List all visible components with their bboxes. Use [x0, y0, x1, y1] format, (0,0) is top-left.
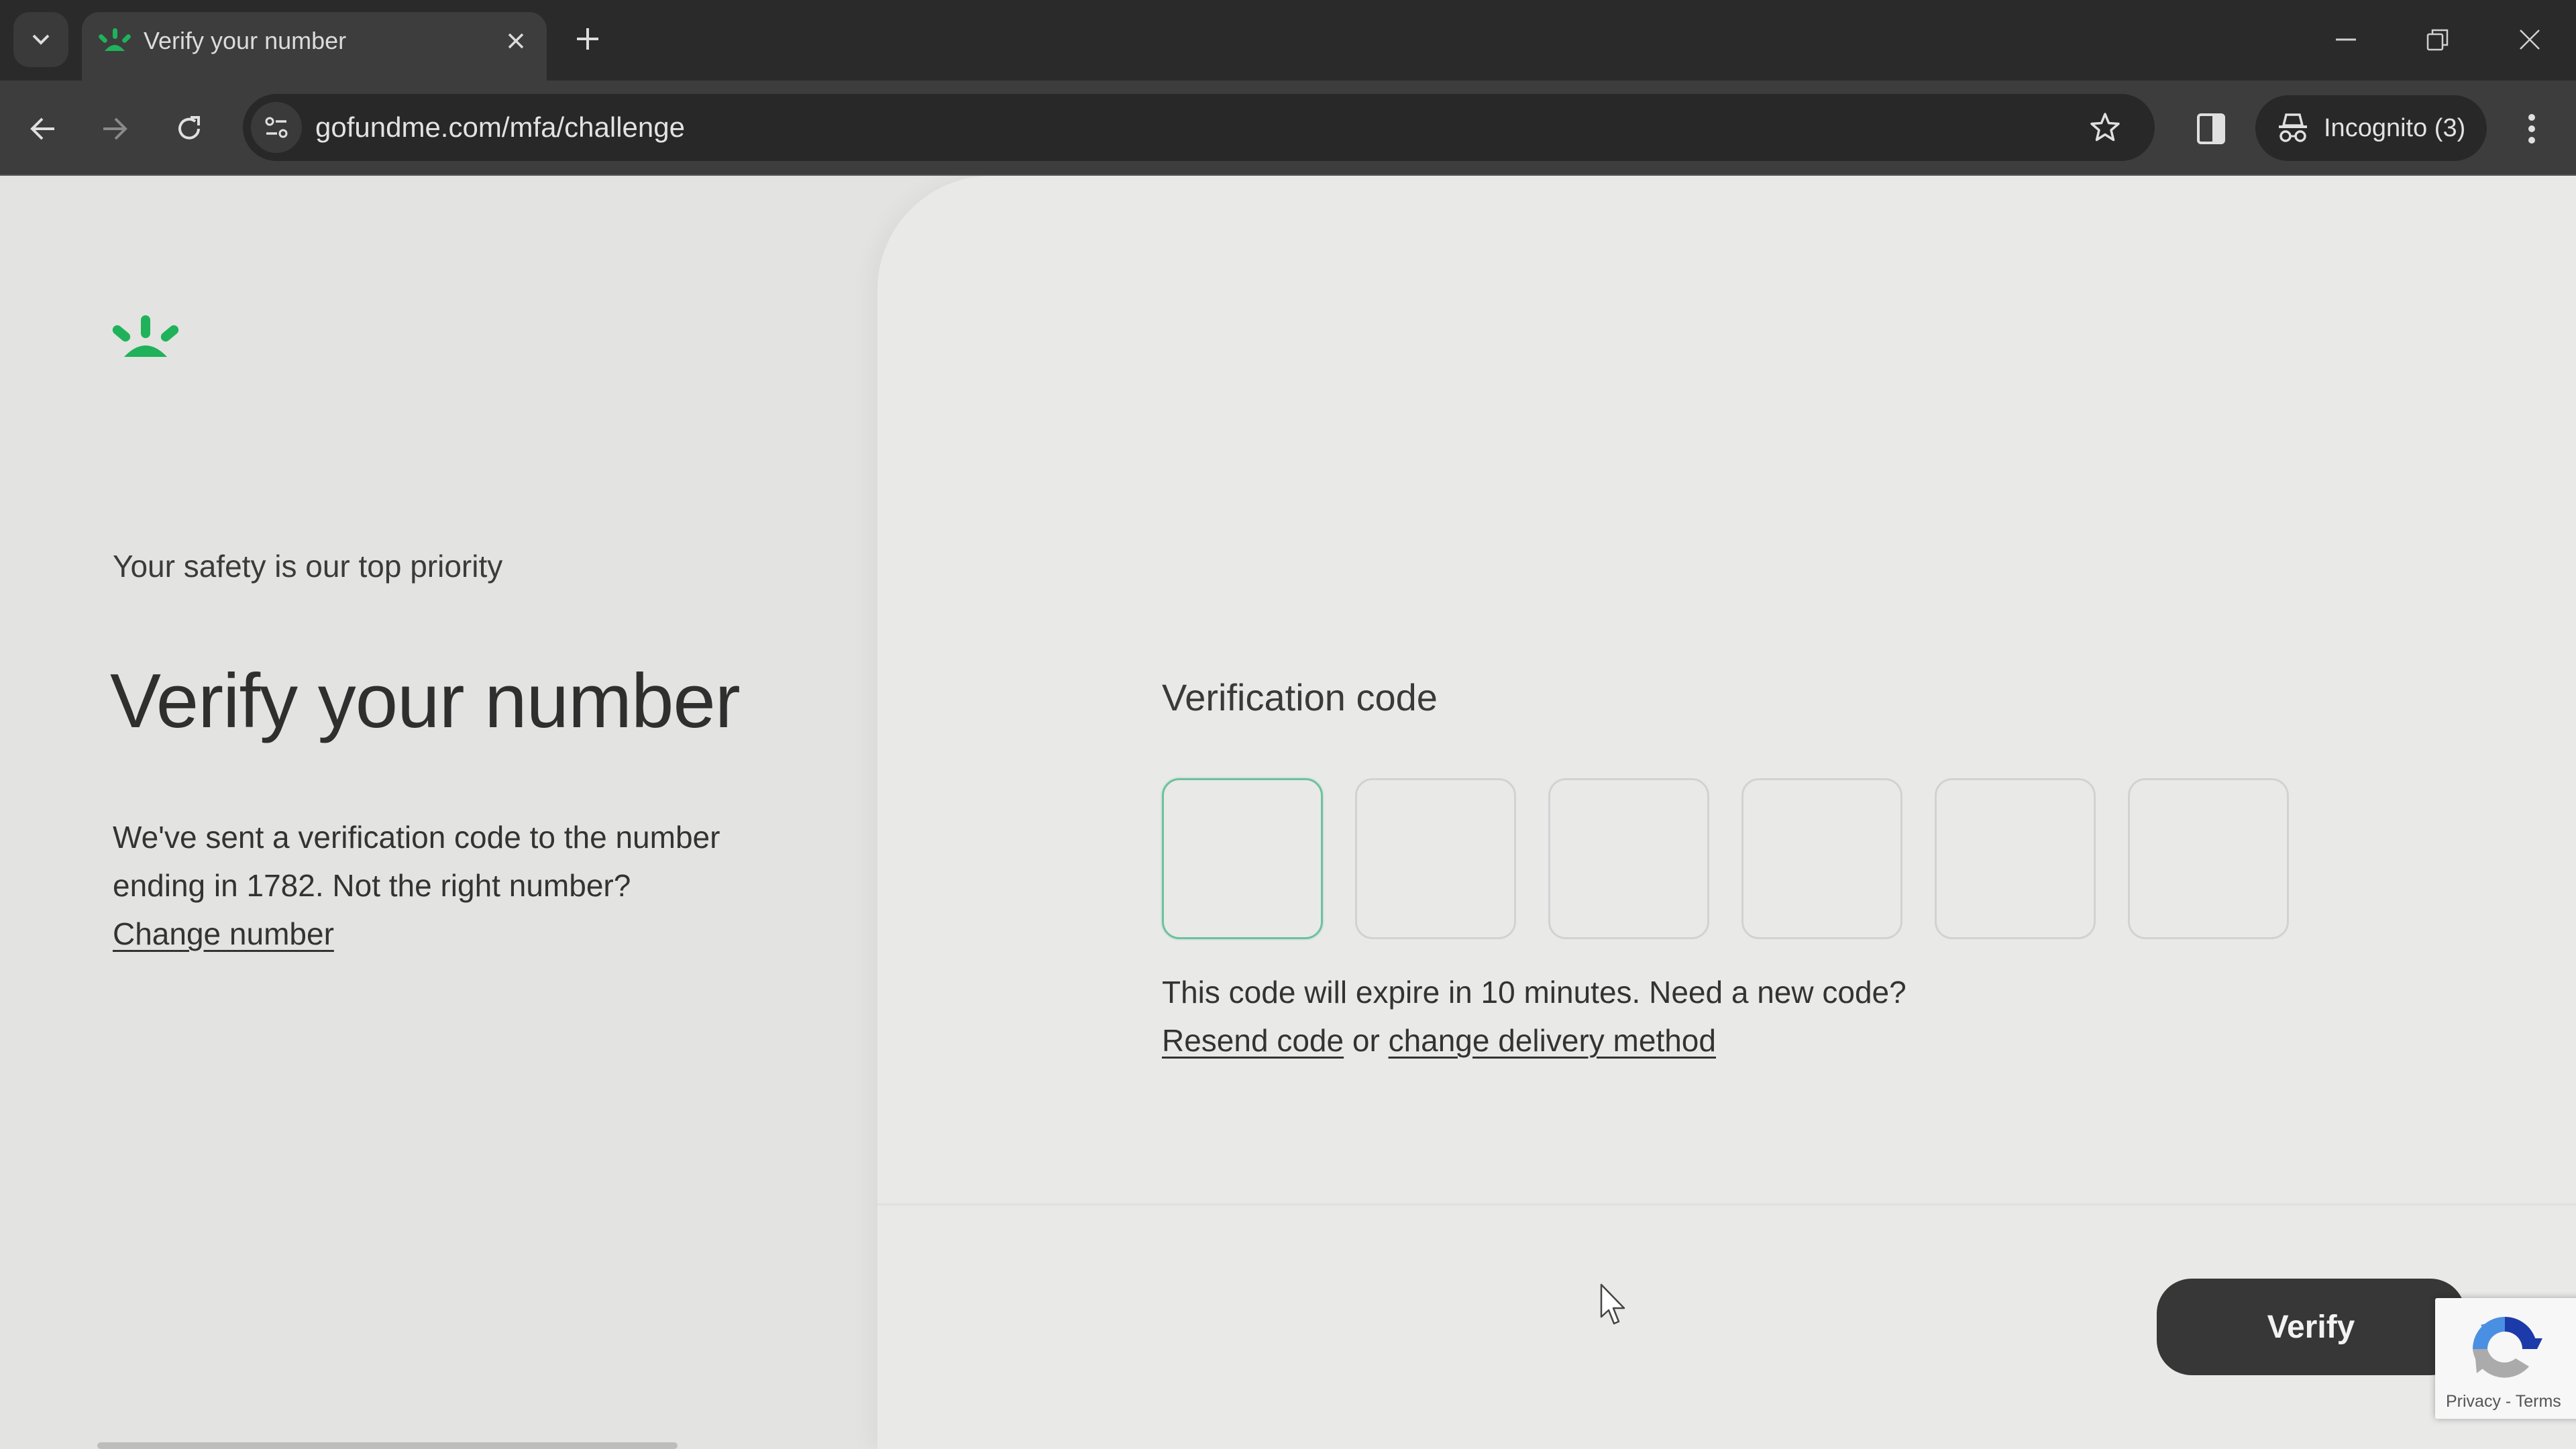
mouse-cursor-icon — [1600, 1283, 1625, 1325]
resend-options: Resend code or change delivery method — [1162, 1022, 1716, 1059]
incognito-profile-button[interactable]: Incognito (3) — [2255, 95, 2487, 161]
incognito-label: Incognito (3) — [2324, 113, 2466, 142]
forward-button[interactable] — [91, 105, 139, 153]
code-digit-5[interactable] — [1935, 778, 2096, 939]
page: Your safety is our top priority Verify y… — [0, 176, 2576, 1449]
expiry-text: This code will expire in 10 minutes. Nee… — [1162, 975, 1907, 1010]
more-menu-icon — [2528, 114, 2535, 144]
resend-code-link[interactable]: Resend code — [1162, 1023, 1344, 1058]
recaptcha-links: Privacy - Terms — [2446, 1392, 2561, 1411]
or-text: or — [1344, 1023, 1389, 1058]
tab-strip: Verify your number — [0, 0, 2576, 80]
footer-divider — [877, 1203, 2576, 1205]
description-text: We've sent a verification code to the nu… — [113, 820, 720, 903]
minimize-button[interactable] — [2319, 16, 2373, 63]
recaptcha-terms-link[interactable]: Terms — [2516, 1392, 2561, 1411]
close-window-icon — [2520, 30, 2540, 50]
recaptcha-separator: - — [2500, 1392, 2516, 1411]
tab-title: Verify your number — [144, 27, 347, 54]
gofundme-logo-icon — [99, 28, 131, 51]
close-icon — [508, 33, 524, 49]
bookmark-button[interactable] — [2082, 105, 2128, 150]
forward-icon — [103, 117, 127, 140]
verification-form-panel: Verification code This code will expire … — [877, 176, 2576, 1449]
side-panel-button[interactable] — [2187, 105, 2235, 153]
side-panel-icon — [2197, 113, 2225, 144]
browser-toolbar: gofundme.com/mfa/challenge Incognito (3) — [0, 80, 2576, 176]
description: We've sent a verification code to the nu… — [113, 813, 817, 958]
verification-code-inputs — [1162, 778, 2289, 939]
change-delivery-method-link[interactable]: change delivery method — [1389, 1023, 1716, 1058]
code-digit-4[interactable] — [1741, 778, 1902, 939]
code-digit-1[interactable] — [1162, 778, 1323, 939]
site-info-icon — [265, 117, 288, 138]
info-panel: Your safety is our top priority Verify y… — [0, 176, 877, 1449]
bookmark-star-icon — [2090, 113, 2120, 142]
page-title: Verify your number — [110, 659, 741, 744]
minimize-icon — [2336, 38, 2356, 41]
chevron-down-icon — [32, 34, 50, 45]
horizontal-scrollbar[interactable] — [97, 1442, 678, 1449]
verification-code-label: Verification code — [1162, 676, 1438, 718]
gofundme-logo-icon[interactable] — [109, 313, 181, 360]
back-button[interactable] — [19, 105, 67, 153]
restore-button[interactable] — [2411, 16, 2465, 63]
reload-icon — [178, 116, 200, 140]
reload-button[interactable] — [165, 105, 213, 153]
verify-button[interactable]: Verify — [2157, 1279, 2465, 1375]
change-number-link[interactable]: Change number — [113, 916, 334, 951]
close-window-button[interactable] — [2503, 16, 2557, 63]
more-menu-button[interactable] — [2508, 105, 2556, 153]
eyebrow-text: Your safety is our top priority — [113, 549, 503, 584]
site-info-button[interactable] — [251, 102, 302, 153]
tab-search-button[interactable] — [13, 12, 68, 67]
code-digit-2[interactable] — [1355, 778, 1516, 939]
restore-icon — [2426, 29, 2449, 51]
back-icon — [30, 117, 54, 140]
tab-close-button[interactable] — [498, 23, 534, 59]
code-digit-3[interactable] — [1548, 778, 1709, 939]
tab-active[interactable]: Verify your number — [82, 12, 547, 80]
url-text[interactable]: gofundme.com/mfa/challenge — [315, 111, 685, 144]
recaptcha-icon — [2473, 1317, 2542, 1378]
plus-icon — [577, 28, 598, 50]
recaptcha-badge[interactable]: Privacy - Terms — [2435, 1298, 2576, 1419]
incognito-icon — [2279, 113, 2307, 142]
address-bar[interactable]: gofundme.com/mfa/challenge — [243, 94, 2155, 161]
recaptcha-privacy-link[interactable]: Privacy — [2446, 1392, 2501, 1411]
new-tab-button[interactable] — [568, 19, 608, 59]
code-digit-6[interactable] — [2128, 778, 2289, 939]
